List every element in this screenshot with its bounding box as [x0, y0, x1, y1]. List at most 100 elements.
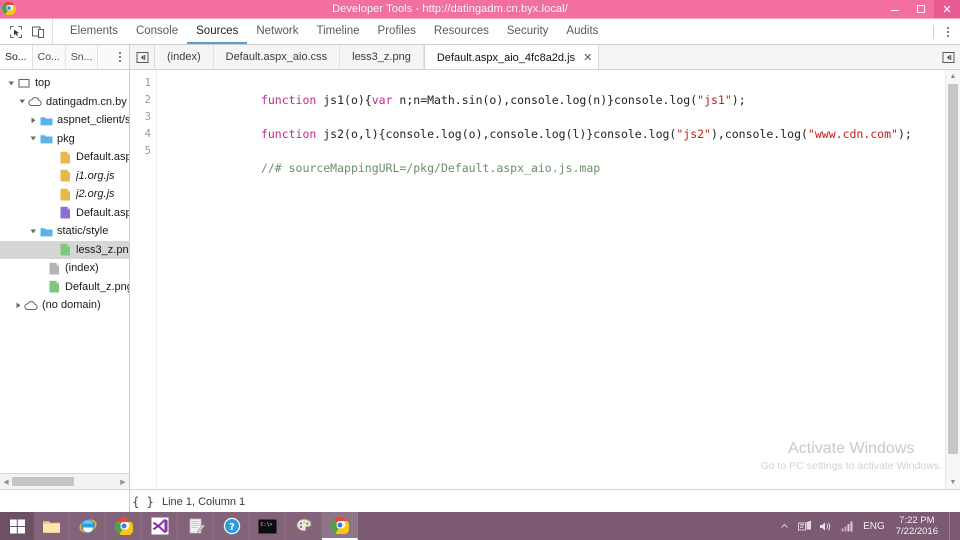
- tab-console[interactable]: Console: [127, 19, 187, 44]
- folder-icon: [39, 113, 53, 127]
- status-bar-left-spacer: [0, 490, 130, 513]
- tree-item-default-aspx-js[interactable]: Default.aspx: [0, 148, 129, 167]
- collapse-sidebar-icon[interactable]: [936, 45, 960, 69]
- clock-time: 7:22 PM: [899, 515, 935, 526]
- scroll-down-arrow[interactable]: ▼: [946, 476, 960, 489]
- clock[interactable]: 7:22 PM 7/22/2016: [893, 515, 944, 537]
- scroll-left-arrow[interactable]: ◀: [0, 474, 12, 489]
- device-toolbar-icon[interactable]: [27, 22, 49, 42]
- network-icon[interactable]: [797, 518, 813, 534]
- code-token: js1(o){: [323, 93, 372, 107]
- close-button[interactable]: [934, 0, 960, 18]
- tree-item-datingadm[interactable]: datingadm.cn.by: [0, 93, 129, 112]
- chevron-down-icon[interactable]: [6, 74, 17, 92]
- file-image-icon: [58, 243, 72, 257]
- svg-text:C:\>: C:\>: [261, 522, 273, 528]
- signal-icon[interactable]: [839, 518, 855, 534]
- chrome-icon[interactable]: [106, 512, 142, 540]
- tab-label: Audits: [566, 24, 599, 37]
- file-explorer-icon[interactable]: [34, 512, 70, 540]
- tree-item-static-style[interactable]: static/style: [0, 222, 129, 241]
- scrollbar-thumb[interactable]: [948, 84, 958, 454]
- tree-item-j1-org-js[interactable]: j1.org.js: [0, 167, 129, 186]
- help-icon[interactable]: ?: [214, 512, 250, 540]
- kebab-menu-icon[interactable]: [938, 22, 958, 42]
- tree-item-aspnet-client[interactable]: aspnet_client/s: [0, 111, 129, 130]
- notepad-icon[interactable]: [178, 512, 214, 540]
- code-editor[interactable]: 1 2 3 4 5 function js1(o){var n;n=Math.s…: [130, 70, 960, 489]
- close-icon[interactable]: ✕: [583, 51, 592, 64]
- visual-studio-icon[interactable]: [142, 512, 178, 540]
- tab-network[interactable]: Network: [247, 19, 307, 44]
- scrollbar-thumb[interactable]: [12, 477, 74, 486]
- file-tab-default-aspx-aio-css[interactable]: Default.aspx_aio.css: [213, 45, 341, 69]
- code-token: );: [897, 127, 912, 141]
- windows-start-icon[interactable]: [0, 512, 34, 540]
- show-desktop-button[interactable]: [949, 512, 956, 540]
- chevron-down-icon[interactable]: [17, 93, 28, 111]
- tab-elements[interactable]: Elements: [61, 19, 127, 44]
- tree-item-label: Default_z.png: [65, 280, 129, 293]
- code-token: ),console.log(: [710, 127, 808, 141]
- line-number: 5: [144, 145, 151, 157]
- paint-icon[interactable]: [286, 512, 322, 540]
- sidebar-kebab-menu-icon[interactable]: [111, 45, 129, 69]
- chevron-right-icon[interactable]: [28, 111, 39, 129]
- line-number: 4: [144, 128, 151, 140]
- tab-audits[interactable]: Audits: [557, 19, 607, 44]
- editor-vertical-scrollbar[interactable]: ▲ ▼: [945, 70, 960, 489]
- tree-item-j2-org-js[interactable]: j2.org.js: [0, 185, 129, 204]
- tab-label: Profiles: [377, 24, 416, 37]
- tree-item-default-aspx-doc[interactable]: Default.aspx: [0, 204, 129, 223]
- tab-sources[interactable]: Sources: [187, 19, 248, 44]
- volume-icon[interactable]: [818, 518, 834, 534]
- sidebar-tab-sources[interactable]: So...: [0, 45, 33, 69]
- file-purple-icon: [58, 206, 72, 220]
- sidebar-horizontal-scrollbar[interactable]: ◀ ▶: [0, 473, 129, 489]
- chevron-right-icon[interactable]: [13, 296, 24, 314]
- tree-item-pkg[interactable]: pkg: [0, 130, 129, 149]
- file-tab-default-aspx-aio-js[interactable]: Default.aspx_aio_4fc8a2d.js ✕: [423, 45, 600, 69]
- file-tab-index[interactable]: (index): [155, 45, 214, 69]
- tree-item-default-z-png[interactable]: Default_z.png: [0, 278, 129, 297]
- tree-item-label: less3_z.png: [76, 243, 129, 256]
- sidebar-tab-snippets[interactable]: Sn...: [66, 45, 99, 69]
- code-token: //# sourceMappingURL=/pkg/Default.aspx_a…: [260, 161, 601, 175]
- tab-security[interactable]: Security: [498, 19, 558, 44]
- devtools-body: So... Co... Sn... top datingadm.cn.by as…: [0, 45, 960, 489]
- tree-item-label: (index): [65, 262, 99, 275]
- scroll-up-arrow[interactable]: ▲: [946, 70, 960, 83]
- internet-explorer-icon[interactable]: [70, 512, 106, 540]
- tab-profiles[interactable]: Profiles: [369, 19, 425, 44]
- scroll-right-arrow[interactable]: ▶: [117, 474, 129, 489]
- chrome-icon[interactable]: [322, 512, 358, 540]
- maximize-button[interactable]: [908, 0, 934, 18]
- tree-item-no-domain[interactable]: (no domain): [0, 296, 129, 315]
- tree-item-less3-z-png[interactable]: less3_z.png: [0, 240, 129, 259]
- inspect-element-icon[interactable]: [5, 22, 27, 42]
- code-content[interactable]: function js1(o){var n;n=Math.sin(o),cons…: [157, 70, 960, 489]
- windows-taskbar: ? C:\> ENG 7:22 PM 7/22/2016: [0, 512, 960, 540]
- sidebar-tab-content-scripts[interactable]: Co...: [33, 45, 66, 69]
- tree-item-index[interactable]: (index): [0, 259, 129, 278]
- language-indicator[interactable]: ENG: [860, 521, 888, 532]
- tree-item-label: (no domain): [42, 299, 101, 312]
- taskbar-items: ? C:\>: [34, 512, 358, 540]
- tab-resources[interactable]: Resources: [425, 19, 498, 44]
- line-number: 3: [144, 111, 151, 123]
- tree-item-top[interactable]: top: [0, 74, 129, 93]
- show-navigator-icon[interactable]: [130, 45, 155, 69]
- file-tabs-spacer: [599, 45, 936, 69]
- tab-label: Elements: [70, 24, 118, 37]
- chevron-up-icon[interactable]: [776, 518, 792, 534]
- code-token: "js1": [697, 93, 732, 107]
- pretty-print-button[interactable]: { }: [130, 490, 156, 513]
- code-token: var: [371, 93, 393, 107]
- chevron-down-icon[interactable]: [28, 222, 39, 240]
- minimize-button[interactable]: [882, 0, 908, 18]
- console-icon[interactable]: C:\>: [250, 512, 286, 540]
- file-tab-less3-z-png[interactable]: less3_z.png: [340, 45, 424, 69]
- chevron-down-icon[interactable]: [28, 130, 39, 148]
- folder-icon: [39, 132, 53, 146]
- tab-timeline[interactable]: Timeline: [308, 19, 369, 44]
